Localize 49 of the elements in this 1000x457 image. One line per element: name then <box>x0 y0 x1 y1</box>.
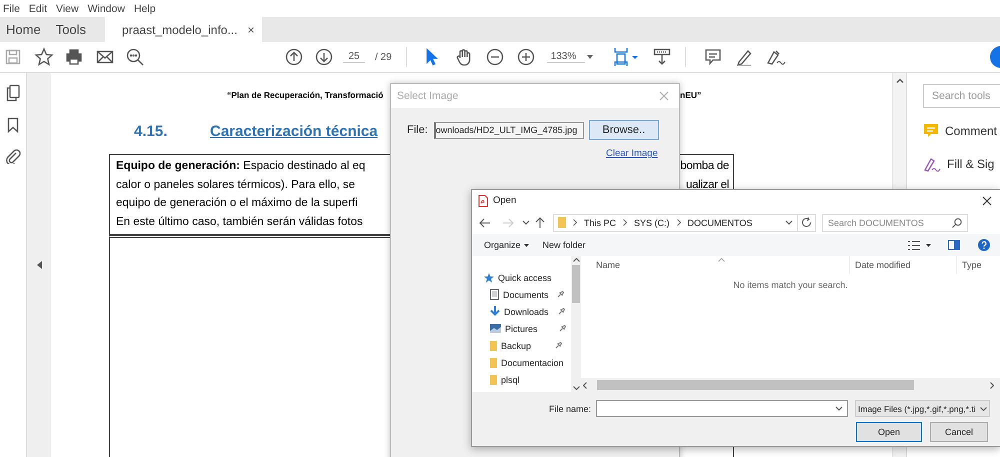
column-header[interactable]: Type <box>962 260 982 270</box>
paragraph-line: Equipo de generación: Espacio destinado al eq <box>116 159 366 174</box>
file-path-field[interactable]: ownloads/HD2_ULT_IMG_4785.jpg <box>434 122 584 138</box>
nav-item[interactable]: Pictures <box>505 324 555 334</box>
open-button[interactable]: Open <box>856 422 922 442</box>
menu-item[interactable]: Window <box>88 2 125 14</box>
page-total: / 29 <box>375 52 392 62</box>
nav-item[interactable]: Documentacion <box>501 358 564 368</box>
tool-item[interactable]: Comment <box>945 124 998 138</box>
menu-item[interactable]: View <box>56 2 79 14</box>
breadcrumb-item[interactable]: SYS (C:) <box>634 218 670 228</box>
running-header: nEU” <box>680 90 702 102</box>
field-label: File name: <box>548 404 592 414</box>
nav-item[interactable]: plsql <box>501 374 551 384</box>
paragraph-line: En este último caso, también serán válidas fotos <box>116 214 363 230</box>
clear-image-link[interactable]: Clear Image <box>606 148 658 159</box>
section-number: 4.15. <box>134 122 168 140</box>
breadcrumb-item[interactable]: DOCUMENTOS <box>688 218 752 228</box>
nav-item[interactable]: Backup <box>501 340 551 350</box>
paragraph-line: calor o paneles solares térmicos). Para ello, se <box>116 178 356 192</box>
tab[interactable]: Tools <box>50 17 96 42</box>
paragraph-line: ualizar el <box>686 178 729 192</box>
nav-item[interactable]: Downloads <box>504 306 554 316</box>
tab-close-button[interactable]: × <box>247 17 262 42</box>
column-header[interactable]: Date modified <box>855 260 956 270</box>
dialog-title: Select Image <box>397 90 458 102</box>
running-header: “Plan de Recuperación, Transformació <box>227 90 384 102</box>
browse-button[interactable]: Browse.. <box>588 120 659 140</box>
tab[interactable]: Home <box>0 17 50 42</box>
empty-message: No items match your search. <box>732 279 849 292</box>
paragraph-line: bomba de <box>680 159 729 174</box>
menu-item[interactable]: File <box>3 2 20 14</box>
paragraph-line: equipo de generación o el máximo de la superfi <box>116 196 358 211</box>
nav-item[interactable]: Documents <box>503 290 553 300</box>
zoom-field[interactable]: 133% <box>546 51 585 63</box>
menu-item[interactable]: Help <box>134 2 156 14</box>
section-title: Caracterización técnica <box>210 122 378 140</box>
field-label: File: <box>407 124 428 136</box>
breadcrumb-item[interactable]: This PC <box>584 218 616 228</box>
toolbar-button[interactable]: New folder <box>542 240 586 250</box>
toolbar-button[interactable]: Organize <box>484 240 529 250</box>
tab[interactable]: praast_modelo_info... <box>105 17 248 42</box>
nav-item[interactable]: Quick access <box>498 272 552 282</box>
page-number-field[interactable]: 25 <box>343 51 365 63</box>
menu-item[interactable]: Edit <box>28 2 48 14</box>
tool-item[interactable]: Fill & Sig <box>947 157 994 171</box>
cancel-button[interactable]: Cancel <box>930 422 988 442</box>
dialog-title: Open <box>493 195 516 206</box>
column-header[interactable]: Name <box>596 260 849 270</box>
